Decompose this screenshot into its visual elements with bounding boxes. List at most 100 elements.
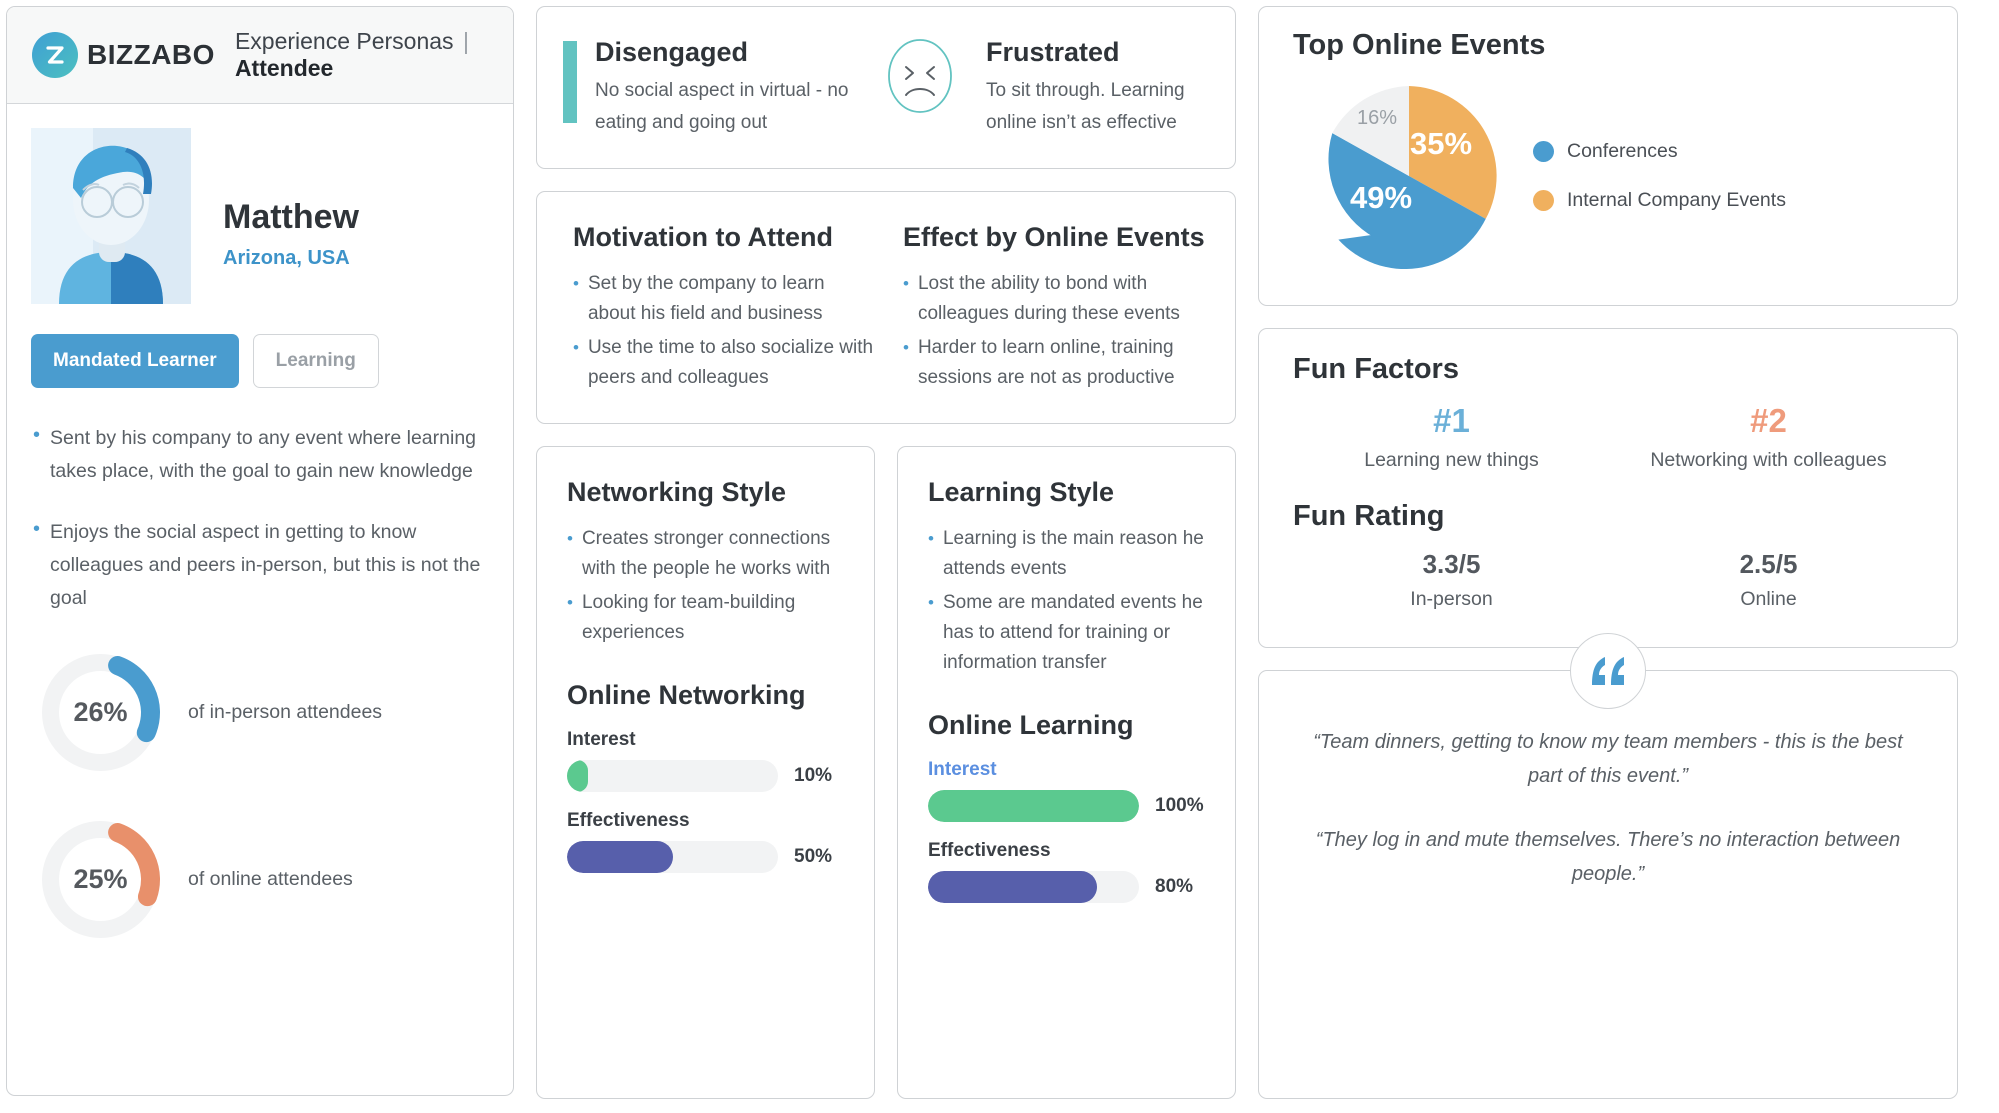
progress-fill (567, 841, 673, 873)
bar-value-interest: 10% (794, 765, 833, 786)
sad-face-icon (886, 37, 954, 115)
style-cards-row: Networking Style • Creates stronger conn… (536, 446, 1236, 1099)
bar-label-effectiveness: Effectiveness (928, 840, 1051, 861)
legend-label: Internal Company Events (1567, 189, 1786, 211)
pie-chart: 35% 49% 16% (1309, 76, 1509, 276)
pie-legend: Conferences Internal Company Events (1517, 138, 1786, 214)
bizzabo-logo: BIZZABO (32, 32, 215, 78)
breadcrumb-current: Attendee (234, 55, 334, 81)
bullet-dot-icon: • (928, 593, 934, 612)
fun-factors-grid: #1 Learning new things #2 Networking wit… (1293, 402, 1927, 474)
quotes-card: “Team dinners, getting to know my team m… (1258, 633, 1958, 1099)
list-item: • Creates stronger connections with the … (567, 524, 848, 584)
donut-caption-online: of online attendees (188, 868, 353, 890)
person-avatar-illustration (31, 128, 191, 304)
legend-item-internal-company-events: Internal Company Events (1533, 187, 1786, 214)
fun-rating-online: 2.5/5 Online (1610, 549, 1927, 611)
effect-item: Harder to learn online, training session… (917, 337, 1175, 388)
breadcrumb: Experience Personas | Attendee (235, 28, 513, 82)
progress-track (928, 790, 1139, 822)
fun-rating-value: 3.3/5 (1422, 549, 1481, 579)
progress-track (567, 760, 778, 792)
motivation-effect-card: Motivation to Attend • Set by the compan… (536, 191, 1236, 424)
quote-text: “Team dinners, getting to know my team m… (1313, 731, 1903, 787)
online-learning-title: Online Learning (928, 710, 1134, 740)
bullet-dot-icon: • (573, 338, 579, 357)
left-column: BIZZABO Experience Personas | Attendee M… (6, 6, 514, 1099)
list-item: • Enjoys the social aspect in getting to… (33, 516, 483, 615)
list-item: • Some are mandated events he has to att… (928, 588, 1209, 678)
fun-factors-card: Fun Factors #1 Learning new things #2 Ne… (1258, 328, 1958, 648)
bullet-dot-icon: • (567, 529, 573, 548)
legend-swatch-icon (1533, 190, 1554, 211)
persona-bullets: • Sent by his company to any event where… (7, 388, 513, 643)
top-online-events-card: Top Online Events 35% 49% 16% Conference… (1258, 6, 1958, 306)
motivation-item: Set by the company to learn about his fi… (587, 273, 825, 324)
pie-label-49: 49% (1350, 180, 1412, 215)
networking-style-card: Networking Style • Creates stronger conn… (536, 446, 875, 1099)
effect-title-bold: by Online Events (985, 222, 1205, 252)
learning-item: Learning is the main reason he attends e… (942, 528, 1204, 579)
fun-factor-label: Learning new things (1364, 449, 1539, 471)
fun-factor-rank: #2 (1750, 402, 1787, 439)
fun-rating-in-person: 3.3/5 In-person (1293, 549, 1610, 611)
donut-caption-in-person: of in-person attendees (188, 701, 383, 723)
donut-chart-in-person: 26% (37, 649, 164, 776)
tag-learning[interactable]: Learning (252, 334, 379, 388)
fun-rating-title: Fun Rating (1293, 500, 1445, 532)
bullet-dot-icon: • (903, 338, 909, 357)
mood-disengaged: Disengaged No social aspect in virtual -… (563, 37, 886, 139)
persona-card: BIZZABO Experience Personas | Attendee M… (6, 6, 514, 1096)
fun-factor-label: Networking with colleagues (1650, 449, 1887, 471)
pie-label-16: 16% (1357, 107, 1397, 129)
donut-online: 25% of online attendees (37, 816, 513, 943)
fun-factor-2: #2 Networking with colleagues (1610, 402, 1927, 474)
persona-location: Arizona, USA (223, 247, 350, 269)
bar-row-interest: 10% (567, 760, 848, 792)
mood-heading: Frustrated (986, 36, 1120, 67)
tag-mandated-learner[interactable]: Mandated Learner (31, 334, 239, 388)
bar-row-effectiveness: 50% (567, 841, 848, 873)
bullet-text: Sent by his company to any event where l… (50, 427, 477, 482)
bar-value-effectiveness: 80% (1155, 876, 1194, 897)
mood-text: No social aspect in virtual - no eating … (595, 79, 849, 133)
progress-track (928, 871, 1139, 903)
networking-item: Creates stronger connections with the pe… (581, 528, 831, 579)
fun-rating-label: In-person (1410, 588, 1493, 610)
list-item: • Sent by his company to any event where… (33, 422, 483, 488)
logo-wordmark: BIZZABO (87, 39, 215, 70)
fun-rating-grid: 3.3/5 In-person 2.5/5 Online (1293, 549, 1927, 611)
quote-text: “They log in and mute themselves. There’… (1315, 829, 1901, 885)
online-learning-chart: Interest 100% Effectiveness 80% (928, 759, 1209, 921)
list-item: • Looking for team-building experiences (567, 588, 848, 648)
bullet-text: Enjoys the social aspect in getting to k… (50, 521, 481, 609)
middle-column: Disengaged No social aspect in virtual -… (536, 6, 1236, 1099)
legend-swatch-icon (1533, 141, 1554, 162)
bullet-dot-icon: • (928, 529, 934, 548)
bar-row-effectiveness: 80% (928, 871, 1209, 903)
persona-dashboard: BIZZABO Experience Personas | Attendee M… (0, 0, 1999, 1113)
effect-title: Effect by Online Events (903, 222, 1205, 253)
learning-title: Learning Style (928, 477, 1115, 507)
motivation-item: Use the time to also socialize with peer… (587, 337, 874, 388)
donut-value-online: 25% (73, 864, 128, 894)
motivation-title: Motivation to Attend (573, 222, 833, 252)
donut-in-person: 26% of in-person attendees (37, 649, 513, 776)
mood-heading: Disengaged (595, 36, 749, 67)
legend-label: Conferences (1567, 140, 1678, 162)
persona-meta: Matthew Arizona, USA (199, 128, 359, 304)
fun-factor-rank: #1 (1433, 402, 1470, 439)
bullet-dot-icon: • (33, 518, 41, 540)
list-item: • Learning is the main reason he attends… (928, 524, 1209, 584)
progress-fill (567, 760, 589, 792)
networking-title: Networking Style (567, 477, 787, 507)
right-column: Top Online Events 35% 49% 16% Conference… (1258, 6, 1958, 1099)
bizzabo-z-icon (32, 32, 78, 78)
mood-card: Disengaged No social aspect in virtual -… (536, 6, 1236, 169)
online-networking-chart: Interest 10% Effectiveness 50% (567, 729, 848, 891)
persona-tags: Mandated Learner Learning (7, 304, 513, 388)
legend-item-conferences: Conferences (1533, 138, 1786, 165)
bar-label-interest: Interest (928, 759, 997, 780)
progress-fill (928, 790, 1139, 822)
networking-item: Looking for team-building experiences (581, 592, 796, 643)
